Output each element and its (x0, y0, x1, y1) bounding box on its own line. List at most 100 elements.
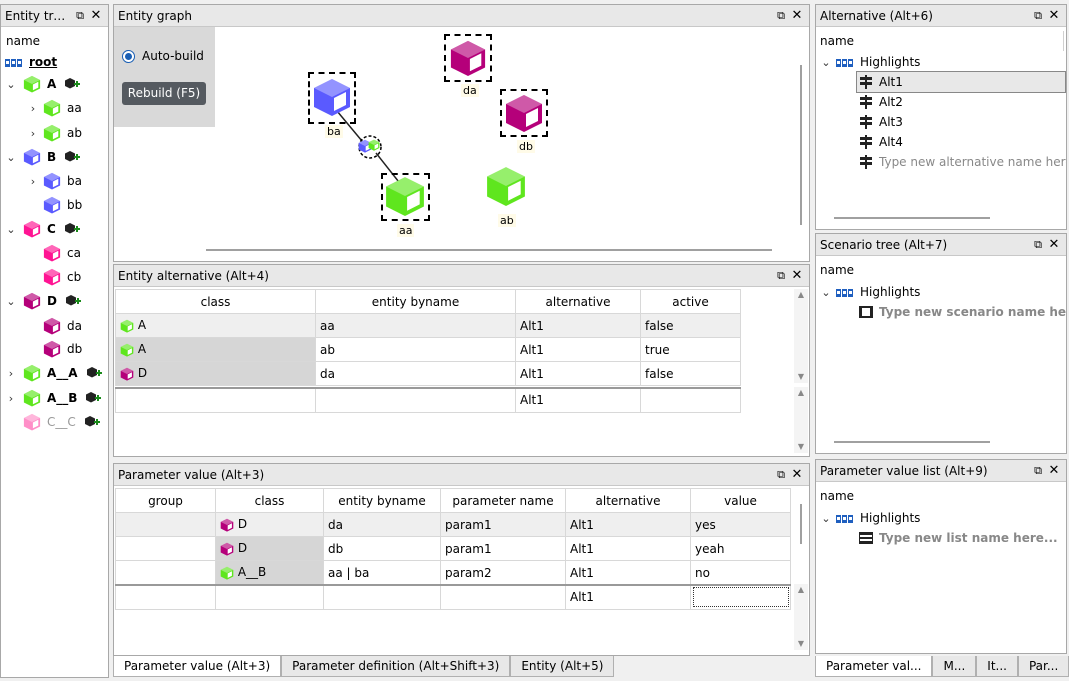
tab-parameter-tag[interactable]: Par... (1017, 656, 1069, 677)
close-icon[interactable]: ✕ (789, 268, 805, 283)
tree-item-class-a-b[interactable]: › A__B (5, 387, 101, 409)
column-header-alternative[interactable]: alternative (515, 289, 641, 314)
group-cell[interactable] (115, 536, 216, 561)
node-db-icon[interactable] (504, 93, 544, 133)
chevron-down-icon[interactable]: ⌄ (820, 512, 832, 525)
table-row[interactable]: D da Alt1 false (115, 361, 741, 386)
tree-item-db-highlights[interactable]: ⌄ Highlights (820, 507, 920, 529)
chevron-down-icon[interactable]: ⌄ (5, 295, 17, 308)
float-icon[interactable]: ⧉ (72, 9, 88, 23)
float-icon[interactable]: ⧉ (773, 9, 789, 23)
close-icon[interactable]: ✕ (88, 8, 104, 23)
entity-byname-cell[interactable]: aa | ba (323, 560, 441, 585)
class-cell[interactable]: A__B (215, 560, 324, 585)
alternative-cell[interactable]: Alt1 (515, 337, 641, 362)
scroll-up-icon[interactable]: ▲ (794, 387, 808, 399)
tree-item-class-a[interactable]: ⌄ A (5, 73, 80, 95)
graph-vscrollbar[interactable] (800, 65, 802, 225)
entity-byname-cell[interactable]: da (323, 512, 441, 537)
tree-item-entity-aa[interactable]: › aa (27, 97, 82, 119)
tree-item-db-highlights[interactable]: ⌄ Highlights (820, 281, 920, 303)
group-cell[interactable] (115, 584, 216, 610)
column-header-class[interactable]: class (115, 289, 316, 314)
close-icon[interactable]: ✕ (1046, 8, 1062, 23)
class-cell[interactable]: D (215, 536, 324, 561)
tab-item-metadata[interactable]: It... (976, 656, 1018, 677)
chevron-right-icon[interactable]: › (27, 102, 39, 115)
horizontal-scrollbar[interactable] (834, 217, 990, 219)
class-cell[interactable]: D (215, 512, 324, 537)
alternative-cell[interactable]: Alt1 (565, 536, 691, 561)
float-icon[interactable]: ⧉ (1030, 238, 1046, 252)
active-cell[interactable]: false (640, 361, 741, 386)
node-ab-icon[interactable] (485, 165, 527, 207)
tree-item-db-highlights[interactable]: ⌄ Highlights (820, 51, 920, 73)
tree-item-class-c[interactable]: ⌄ C (5, 218, 80, 240)
alternative-cell[interactable]: Alt1 (515, 387, 641, 413)
parameter-name-cell[interactable] (440, 584, 566, 610)
close-icon[interactable]: ✕ (1046, 237, 1062, 252)
tree-item-entity-cb[interactable]: cb (39, 266, 81, 288)
alternative-item[interactable]: Alt4 (859, 131, 903, 153)
scroll-up-icon[interactable]: ▲ (794, 289, 808, 301)
scroll-down-icon[interactable]: ▼ (794, 371, 808, 383)
horizontal-scrollbar[interactable] (834, 441, 990, 443)
alternative-item[interactable]: Alt1 (856, 71, 1066, 93)
add-entity-icon[interactable] (85, 390, 101, 406)
float-icon[interactable]: ⧉ (1030, 464, 1046, 478)
scroll-up-icon[interactable]: ▲ (794, 584, 808, 596)
group-cell[interactable] (115, 512, 216, 537)
alternative-cell[interactable]: Alt1 (515, 361, 641, 386)
column-header-entity-byname[interactable]: entity byname (323, 488, 441, 513)
class-cell[interactable]: D (115, 361, 316, 386)
add-entity-icon[interactable] (64, 149, 80, 165)
tree-item-entity-ca[interactable]: ca (39, 242, 81, 264)
tree-item-class-c-c[interactable]: C__C (17, 411, 100, 433)
close-icon[interactable]: ✕ (789, 8, 805, 23)
entity-byname-cell[interactable] (323, 584, 441, 610)
table-row[interactable]: D db param1 Alt1 yeah (115, 536, 791, 561)
class-cell[interactable] (215, 584, 324, 610)
tab-parameter-definition[interactable]: Parameter definition (Alt+Shift+3) (281, 656, 511, 677)
active-cell[interactable]: true (640, 337, 741, 362)
chevron-right-icon[interactable]: › (27, 127, 39, 140)
alternative-item[interactable]: Alt2 (859, 91, 903, 113)
alternative-cell[interactable]: Alt1 (565, 560, 691, 585)
column-header-parameter-name[interactable]: parameter name (440, 488, 566, 513)
float-icon[interactable]: ⧉ (1030, 9, 1046, 23)
add-entity-icon[interactable] (86, 365, 102, 381)
column-header-alternative[interactable]: alternative (565, 488, 691, 513)
new-row[interactable]: Alt1 (115, 387, 741, 413)
tree-item-root[interactable]: root (5, 51, 57, 73)
table-row[interactable]: D da param1 Alt1 yes (115, 512, 791, 537)
chevron-right-icon[interactable]: › (27, 175, 39, 188)
active-cell[interactable] (640, 387, 741, 413)
alternative-item[interactable]: Alt3 (859, 111, 903, 133)
add-entity-icon[interactable] (64, 76, 80, 92)
class-cell[interactable]: A (115, 313, 316, 338)
vertical-scrollbar[interactable] (800, 504, 802, 544)
active-cell[interactable]: false (640, 313, 741, 338)
tree-item-class-a-a[interactable]: › A__A (5, 362, 102, 384)
close-icon[interactable]: ✕ (789, 467, 805, 482)
chevron-down-icon[interactable]: ⌄ (5, 78, 17, 91)
node-ba-icon[interactable] (312, 77, 352, 117)
column-header-value[interactable]: value (690, 488, 791, 513)
add-entity-icon[interactable] (84, 414, 100, 430)
parameter-name-cell[interactable]: param1 (440, 512, 566, 537)
column-header-active[interactable]: active (640, 289, 741, 314)
column-header-group[interactable]: group (115, 488, 216, 513)
class-cell[interactable]: A (115, 337, 316, 362)
chevron-right-icon[interactable]: › (5, 392, 17, 405)
chevron-down-icon[interactable]: ⌄ (5, 223, 17, 236)
entity-byname-cell[interactable]: ab (315, 337, 516, 362)
value-cell[interactable]: yeah (690, 536, 791, 561)
alternative-cell[interactable]: Alt1 (515, 313, 641, 338)
column-header-entity-byname[interactable]: entity byname (315, 289, 516, 314)
float-icon[interactable]: ⧉ (773, 468, 789, 482)
alternative-cell[interactable]: Alt1 (565, 512, 691, 537)
parameter-name-cell[interactable]: param2 (440, 560, 566, 585)
table-row[interactable]: A aa Alt1 false (115, 313, 741, 338)
chevron-down-icon[interactable]: ⌄ (5, 151, 17, 164)
tab-parameter-value[interactable]: Parameter value (Alt+3) (113, 656, 282, 677)
